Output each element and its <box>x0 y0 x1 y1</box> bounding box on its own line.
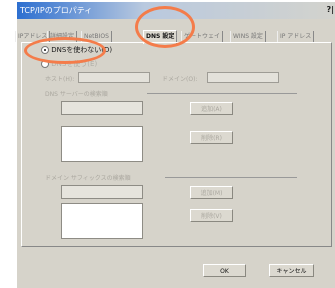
domain-suffix-group-divider <box>165 177 297 178</box>
domain-suffix-list[interactable] <box>61 203 143 239</box>
dns-server-group-divider <box>147 93 297 94</box>
dns-settings-panel: DNSを使わない(D) DNSを使う(E) ホスト(H): ドメイン(O): D… <box>21 42 332 247</box>
dns-server-add-button[interactable]: 追加(A) <box>190 102 233 115</box>
help-icon[interactable]: ?| <box>326 5 334 14</box>
domain-label: ドメイン(O): <box>162 76 198 83</box>
highlight-ring-dns-tab <box>135 6 195 48</box>
dns-server-input[interactable] <box>61 101 143 115</box>
host-label: ホスト(H): <box>45 76 75 83</box>
domain-suffix-add-button[interactable]: 追加(M) <box>190 186 233 199</box>
dns-server-group-label: DNS サーバーの検索順 <box>45 91 108 98</box>
domain-suffix-input[interactable] <box>61 185 143 199</box>
dns-server-remove-button[interactable]: 削除(R) <box>190 131 233 144</box>
ok-button[interactable]: OK <box>203 264 246 277</box>
highlight-ring-disable-dns <box>24 37 106 64</box>
cancel-button[interactable]: キャンセル <box>269 264 314 277</box>
tab-ip-address-2[interactable]: IP アドレス <box>277 31 315 42</box>
window-title: TCP/IPのプロパティ <box>20 6 93 15</box>
domain-field[interactable] <box>207 72 279 83</box>
domain-suffix-remove-button[interactable]: 削除(V) <box>190 209 233 222</box>
host-field[interactable] <box>78 72 150 83</box>
domain-suffix-group-label: ドメイン サフィックスの検索順 <box>45 175 131 182</box>
dns-server-list[interactable] <box>61 126 143 162</box>
tab-wins-settings[interactable]: WINS 設定 <box>230 31 266 42</box>
